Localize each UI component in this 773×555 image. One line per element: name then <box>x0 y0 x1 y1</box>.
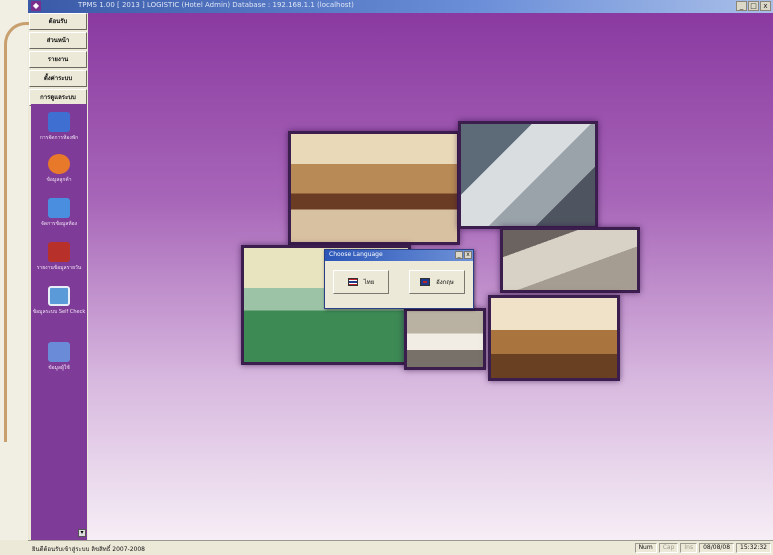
dialog-title-bar[interactable]: Choose Language _ x <box>325 250 473 261</box>
left-decoration <box>0 0 44 540</box>
sidebar-item-label: ข้อมูลลูกค้า <box>46 177 72 183</box>
monitor-icon <box>48 112 70 132</box>
status-indicators: Num Cap Ins 08/08/08 15:32:32 <box>634 543 771 553</box>
english-flag-icon <box>420 278 431 286</box>
app-window: ◆ TPMS 1.00 [ 2013 ] LOGISTIC (Hotel Adm… <box>0 0 773 555</box>
hotel-lobby-photo <box>288 131 460 245</box>
minimize-button[interactable]: _ <box>736 1 747 11</box>
status-message: ยินดีต้อนรับเข้าสู่ระบบ ลิขสิทธิ์ 2007-2… <box>32 546 145 553</box>
sidebar-item-label: รายงานข้อมูลรายวัน <box>36 265 82 271</box>
office-equipment-photo <box>458 121 598 229</box>
thai-language-label: ไทย <box>363 279 375 286</box>
close-button[interactable]: x <box>760 1 771 11</box>
sidebar-item-room-management[interactable]: การจัดการห้องพัก <box>31 112 87 142</box>
sidebar-item-label: ข้อมูลผู้ใช้ <box>48 365 70 371</box>
app-icon[interactable]: ◆ <box>31 1 41 11</box>
thai-flag-icon <box>347 278 358 286</box>
english-language-label: อังกฤษ <box>436 279 454 286</box>
menu-reception-button[interactable]: ต้อนรับ <box>29 13 87 30</box>
dialog-title: Choose Language <box>329 251 383 258</box>
insert-indicator: Ins <box>680 543 698 553</box>
dialog-minimize-button[interactable]: _ <box>455 251 463 259</box>
caps-lock-indicator: Cap <box>658 543 679 553</box>
living-room-photo <box>488 295 620 381</box>
language-dialog: Choose Language _ x ไทย อังกฤษ <box>324 249 474 309</box>
room-cube-icon <box>48 198 70 218</box>
sidebar-scroll-button[interactable]: ▾ <box>78 529 86 537</box>
menu-settings-button[interactable]: ตั้งค่าระบบ <box>29 70 87 87</box>
sidebar-item-self-check[interactable]: ข้อมูลระบบ Self Check <box>31 286 87 316</box>
main-menu: ต้อนรับ ส่วนหน้า รายงาน ตั้งค่าระบบ การด… <box>29 13 87 108</box>
english-language-button[interactable]: อังกฤษ <box>409 270 465 294</box>
time-display: 15:32:32 <box>736 543 771 553</box>
dialog-controls: _ x <box>455 251 472 259</box>
main-workspace: Choose Language _ x ไทย อังกฤษ <box>88 13 773 540</box>
menu-frontdesk-button[interactable]: ส่วนหน้า <box>29 32 87 49</box>
window-controls: _ □ x <box>736 1 771 11</box>
thai-language-button[interactable]: ไทย <box>333 270 389 294</box>
maximize-button[interactable]: □ <box>748 1 759 11</box>
report-icon <box>48 242 70 262</box>
hallway-photo <box>404 308 486 370</box>
user-icon <box>48 342 70 362</box>
title-bar[interactable]: ◆ TPMS 1.00 [ 2013 ] LOGISTIC (Hotel Adm… <box>28 0 773 13</box>
num-lock-indicator: Num <box>634 543 657 553</box>
sidebar-item-users[interactable]: ข้อมูลผู้ใช้ <box>31 342 87 372</box>
menu-reports-button[interactable]: รายงาน <box>29 51 87 68</box>
sidebar-item-guest-info[interactable]: ข้อมูลลูกค้า <box>31 154 87 184</box>
sidebar-item-label: ข้อมูลระบบ Self Check <box>32 309 86 315</box>
kitchen-photo <box>500 227 640 293</box>
dialog-close-button[interactable]: x <box>464 251 472 259</box>
calendar-icon <box>48 286 70 306</box>
sidebar: การจัดการห้องพัก ข้อมูลลูกค้า จัดการข้อม… <box>31 104 87 540</box>
dialog-body: ไทย อังกฤษ <box>333 270 465 294</box>
date-display: 08/08/08 <box>699 543 735 553</box>
window-title: TPMS 1.00 [ 2013 ] LOGISTIC (Hotel Admin… <box>78 1 354 9</box>
sidebar-item-label: การจัดการห้องพัก <box>39 135 79 141</box>
sidebar-item-label: จัดการข้อมูลห้อง <box>40 221 78 227</box>
guest-icon <box>48 154 70 174</box>
sidebar-item-room-data[interactable]: จัดการข้อมูลห้อง <box>31 198 87 228</box>
sidebar-item-daily-report[interactable]: รายงานข้อมูลรายวัน <box>31 242 87 272</box>
status-bar: ยินดีต้อนรับเข้าสู่ระบบ ลิขสิทธิ์ 2007-2… <box>28 540 773 555</box>
